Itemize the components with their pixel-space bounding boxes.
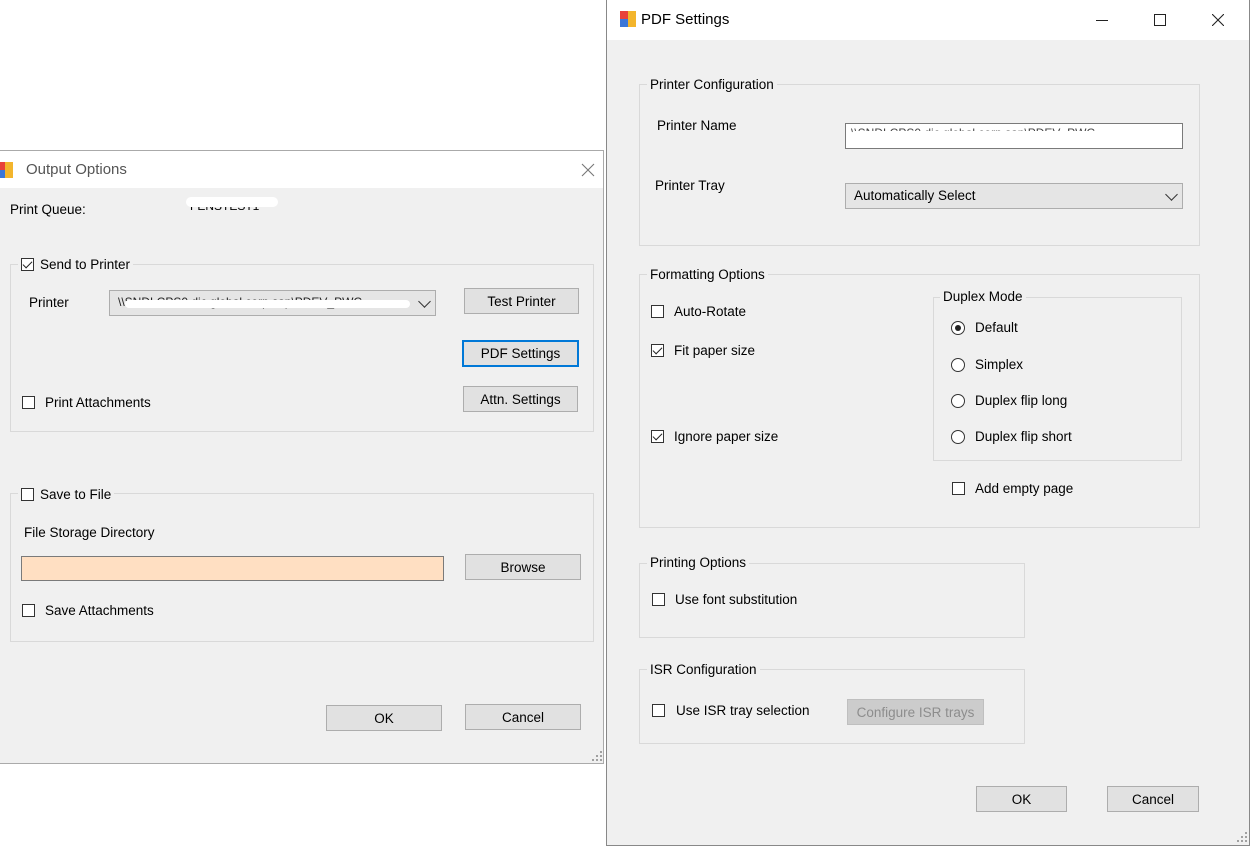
ignore-paper-size-label: Ignore paper size bbox=[674, 429, 779, 444]
fit-paper-size-checkbox[interactable] bbox=[651, 344, 664, 357]
send-to-printer-label: Send to Printer bbox=[40, 257, 131, 272]
printer-tray-value: Automatically Select bbox=[854, 188, 976, 203]
output-options-titlebar: Output Options bbox=[0, 151, 603, 188]
print-attachments-checkbox[interactable] bbox=[22, 396, 35, 409]
pdf-settings-button[interactable]: PDF Settings bbox=[462, 340, 579, 367]
print-queue-label: Print Queue: bbox=[10, 202, 86, 217]
formatting-options-legend: Formatting Options bbox=[647, 267, 768, 282]
redaction-mark bbox=[186, 197, 278, 207]
print-attachments-label: Print Attachments bbox=[45, 395, 151, 410]
browse-button[interactable]: Browse bbox=[465, 554, 581, 580]
redaction-mark bbox=[125, 300, 410, 308]
minimize-icon[interactable] bbox=[1073, 0, 1131, 40]
file-storage-input[interactable] bbox=[21, 556, 444, 581]
ok-button[interactable]: OK bbox=[326, 705, 442, 731]
app-icon bbox=[0, 162, 13, 178]
cancel-button[interactable]: Cancel bbox=[1107, 786, 1199, 812]
printer-tray-label: Printer Tray bbox=[655, 178, 725, 193]
save-attachments-checkbox[interactable] bbox=[22, 604, 35, 617]
duplex-flip-long-label: Duplex flip long bbox=[975, 393, 1068, 408]
use-font-substitution-checkbox[interactable] bbox=[652, 593, 665, 606]
duplex-simplex-label: Simplex bbox=[975, 357, 1024, 372]
app-icon bbox=[620, 11, 636, 27]
duplex-flip-short-label: Duplex flip short bbox=[975, 429, 1072, 444]
printer-configuration-group bbox=[639, 84, 1200, 246]
add-empty-page-label: Add empty page bbox=[975, 481, 1074, 496]
maximize-icon[interactable] bbox=[1131, 0, 1189, 40]
save-to-file-legend: Save to File bbox=[18, 486, 115, 502]
redaction-mark bbox=[851, 131, 1171, 142]
chevron-down-icon bbox=[1165, 188, 1178, 201]
printer-tray-select[interactable]: Automatically Select bbox=[845, 183, 1183, 209]
printer-name-label: Printer Name bbox=[657, 118, 737, 133]
attn-settings-button[interactable]: Attn. Settings bbox=[463, 386, 578, 412]
window-title: PDF Settings bbox=[641, 11, 730, 28]
duplex-default-radio[interactable] bbox=[951, 321, 965, 335]
send-to-printer-legend: Send to Printer bbox=[18, 256, 134, 272]
test-printer-button[interactable]: Test Printer bbox=[464, 288, 579, 314]
pdf-settings-window: PDF Settings Printer Configuration Print… bbox=[606, 0, 1250, 846]
duplex-default-label: Default bbox=[975, 320, 1018, 335]
output-options-window: Output Options Print Queue: FENSTEST1 Se… bbox=[0, 150, 604, 764]
duplex-mode-legend: Duplex Mode bbox=[940, 289, 1026, 304]
save-to-file-checkbox[interactable] bbox=[21, 488, 34, 501]
auto-rotate-checkbox[interactable] bbox=[651, 305, 664, 318]
use-isr-tray-label: Use ISR tray selection bbox=[676, 703, 810, 718]
use-isr-tray-checkbox[interactable] bbox=[652, 704, 665, 717]
close-icon[interactable] bbox=[1189, 0, 1247, 40]
save-to-file-label: Save to File bbox=[40, 487, 112, 502]
close-icon[interactable] bbox=[570, 155, 606, 185]
save-attachments-label: Save Attachments bbox=[45, 603, 154, 618]
chevron-down-icon bbox=[418, 295, 431, 308]
ignore-paper-size-checkbox[interactable] bbox=[651, 430, 664, 443]
ok-button[interactable]: OK bbox=[976, 786, 1067, 812]
resize-grip[interactable] bbox=[592, 751, 602, 761]
send-to-printer-checkbox[interactable] bbox=[21, 258, 34, 271]
pdf-settings-titlebar: PDF Settings bbox=[607, 0, 1249, 40]
printer-configuration-legend: Printer Configuration bbox=[647, 77, 777, 92]
duplex-flip-short-radio[interactable] bbox=[951, 430, 965, 444]
fit-paper-size-label: Fit paper size bbox=[674, 343, 756, 358]
duplex-flip-long-radio[interactable] bbox=[951, 394, 965, 408]
window-title: Output Options bbox=[26, 161, 127, 178]
isr-configuration-legend: ISR Configuration bbox=[647, 662, 760, 677]
cancel-button[interactable]: Cancel bbox=[465, 704, 581, 730]
file-storage-label: File Storage Directory bbox=[24, 525, 155, 540]
auto-rotate-label: Auto-Rotate bbox=[674, 304, 747, 319]
configure-isr-trays-button[interactable]: Configure ISR trays bbox=[847, 699, 984, 725]
resize-grip[interactable] bbox=[1237, 832, 1247, 842]
printing-options-legend: Printing Options bbox=[647, 555, 750, 570]
use-font-substitution-label: Use font substitution bbox=[675, 592, 798, 607]
add-empty-page-checkbox[interactable] bbox=[952, 482, 965, 495]
printer-label: Printer bbox=[29, 295, 69, 310]
duplex-simplex-radio[interactable] bbox=[951, 358, 965, 372]
